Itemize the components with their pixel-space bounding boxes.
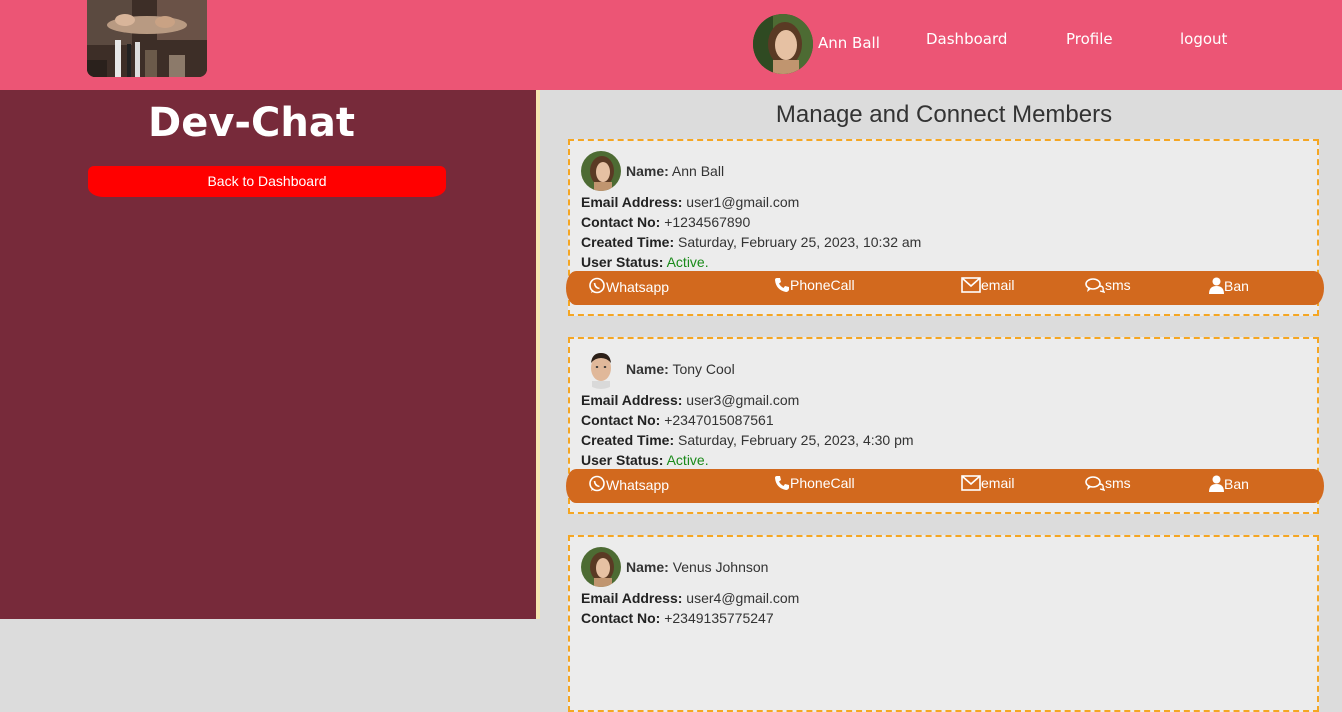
whatsapp-button[interactable]: Whatsapp xyxy=(588,277,669,295)
member-avatar xyxy=(581,547,621,587)
member-name-value: Ann Ball xyxy=(671,163,725,179)
email-button[interactable]: email xyxy=(961,475,1014,491)
user-name-link[interactable]: Ann Ball xyxy=(818,34,880,52)
email-value: user1@gmail.com xyxy=(686,194,800,210)
top-navbar: Ann Ball Dashboard Profile logout xyxy=(0,0,1342,90)
action-bar: Whatsapp PhoneCall email sms Ban xyxy=(566,271,1324,305)
contact-label: Contact No: xyxy=(581,412,661,428)
email-action-label: email xyxy=(981,277,1015,293)
member-email: Email Address: user4@gmail.com xyxy=(581,590,799,606)
nav-profile-link[interactable]: Profile xyxy=(1066,30,1113,48)
member-contact: Contact No: +2349135775247 xyxy=(581,610,774,626)
ban-label: Ban xyxy=(1224,278,1249,294)
contact-value: +1234567890 xyxy=(664,214,751,230)
member-card: Name: Venus Johnson Email Address: user4… xyxy=(568,535,1319,712)
contact-value: +2347015087561 xyxy=(664,412,774,428)
member-name-value: Venus Johnson xyxy=(672,559,769,575)
ban-button[interactable]: Ban xyxy=(1209,277,1249,294)
member-name: Name: Venus Johnson xyxy=(626,559,768,575)
user-icon xyxy=(1209,277,1224,294)
member-email: Email Address: user3@gmail.com xyxy=(581,392,799,408)
created-value: Saturday, February 25, 2023, 10:32 am xyxy=(678,234,922,250)
status-label: User Status: xyxy=(581,452,664,468)
email-value: user4@gmail.com xyxy=(686,590,800,606)
member-created: Created Time: Saturday, February 25, 202… xyxy=(581,432,914,448)
member-status: User Status: Active. xyxy=(581,254,709,270)
nav-dashboard-link[interactable]: Dashboard xyxy=(926,30,1007,48)
ban-label: Ban xyxy=(1224,476,1249,492)
email-button[interactable]: email xyxy=(961,277,1014,293)
whatsapp-icon xyxy=(589,277,605,294)
phonecall-button[interactable]: PhoneCall xyxy=(774,277,855,293)
member-name: Name: Tony Cool xyxy=(626,361,735,377)
logo-image xyxy=(87,0,207,77)
email-value: user3@gmail.com xyxy=(686,392,800,408)
contact-label: Contact No: xyxy=(581,214,661,230)
name-label: Name: xyxy=(626,163,669,179)
created-value: Saturday, February 25, 2023, 4:30 pm xyxy=(678,432,914,448)
envelope-icon xyxy=(961,475,981,491)
member-name: Name: Ann Ball xyxy=(626,163,724,179)
sidebar-divider xyxy=(536,90,540,619)
phonecall-button[interactable]: PhoneCall xyxy=(774,475,855,491)
nav-logout-link[interactable]: logout xyxy=(1180,30,1227,48)
brand-title: Dev-Chat xyxy=(148,100,355,146)
whatsapp-button[interactable]: Whatsapp xyxy=(588,475,669,493)
whatsapp-icon xyxy=(589,475,605,492)
member-created: Created Time: Saturday, February 25, 202… xyxy=(581,234,921,250)
created-label: Created Time: xyxy=(581,432,675,448)
sms-button[interactable]: sms xyxy=(1085,277,1131,293)
member-status: User Status: Active. xyxy=(581,452,709,468)
whatsapp-label: Whatsapp xyxy=(606,477,670,493)
phonecall-label: PhoneCall xyxy=(790,475,855,491)
comments-icon xyxy=(1085,476,1105,491)
ban-button[interactable]: Ban xyxy=(1209,475,1249,492)
email-label: Email Address: xyxy=(581,590,683,606)
user-avatar[interactable] xyxy=(753,14,813,74)
contact-label: Contact No: xyxy=(581,610,661,626)
email-label: Email Address: xyxy=(581,392,683,408)
name-label: Name: xyxy=(626,559,669,575)
status-badge: Active. xyxy=(666,452,709,468)
contact-value: +2349135775247 xyxy=(664,610,774,626)
member-name-value: Tony Cool xyxy=(672,361,735,377)
phone-icon xyxy=(775,278,789,292)
member-contact: Contact No: +2347015087561 xyxy=(581,412,774,428)
member-card: Name: Tony Cool Email Address: user3@gma… xyxy=(566,337,1324,514)
email-label: Email Address: xyxy=(581,194,683,210)
whatsapp-label: Whatsapp xyxy=(606,279,670,295)
user-icon xyxy=(1209,475,1224,492)
member-avatar xyxy=(581,151,621,191)
phone-icon xyxy=(775,476,789,490)
action-bar: Whatsapp PhoneCall email sms Ban xyxy=(566,469,1324,503)
status-label: User Status: xyxy=(581,254,664,270)
status-badge: Active. xyxy=(666,254,709,270)
envelope-icon xyxy=(961,277,981,293)
sms-button[interactable]: sms xyxy=(1085,475,1131,491)
member-avatar xyxy=(581,349,621,389)
phonecall-label: PhoneCall xyxy=(790,277,855,293)
member-email: Email Address: user1@gmail.com xyxy=(581,194,799,210)
email-action-label: email xyxy=(981,475,1015,491)
member-contact: Contact No: +1234567890 xyxy=(581,214,750,230)
back-to-dashboard-button[interactable]: Back to Dashboard xyxy=(88,166,446,197)
page-title: Manage and Connect Members xyxy=(775,101,1113,128)
sms-label: sms xyxy=(1105,277,1131,293)
sms-label: sms xyxy=(1105,475,1131,491)
name-label: Name: xyxy=(626,361,669,377)
member-card: Name: Ann Ball Email Address: user1@gmai… xyxy=(566,139,1324,316)
comments-icon xyxy=(1085,278,1105,293)
created-label: Created Time: xyxy=(581,234,675,250)
